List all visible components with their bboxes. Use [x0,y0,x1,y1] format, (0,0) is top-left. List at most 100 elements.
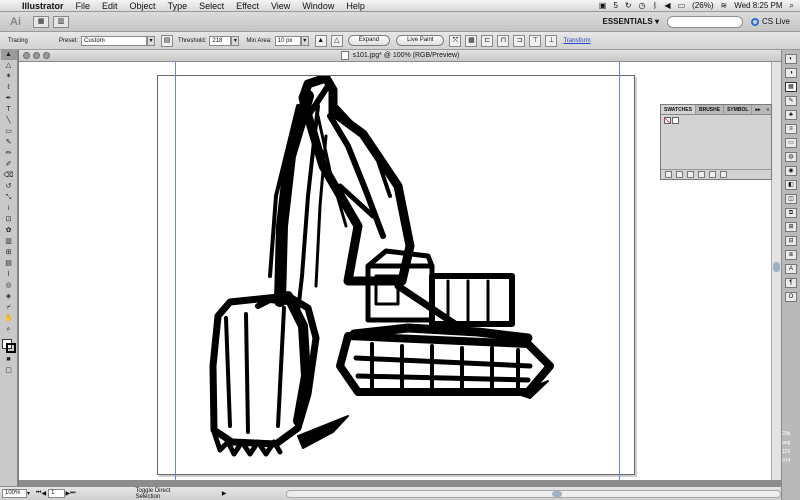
stroke-swatch[interactable] [5,343,16,353]
swatch-library-icon[interactable] [665,171,672,178]
live-paint-button[interactable]: Live Paint [396,35,445,46]
battery-icon[interactable]: ▭ [678,1,686,10]
horizontal-scroll-thumb[interactable] [552,490,563,497]
color-panel-icon[interactable]: ◐ [785,54,797,64]
paragraph-panel-icon[interactable]: ¶ [785,278,797,288]
panel-menu-icon[interactable]: ≡ [764,105,773,114]
swatch-options-icon[interactable] [687,171,694,178]
menu-file[interactable]: File [70,1,97,11]
minimize-icon[interactable] [33,52,40,59]
free-transform-icon[interactable]: ⊡ [1,215,17,225]
menu-select[interactable]: Select [193,1,230,11]
layers-panel-icon[interactable]: ◫ [785,194,797,204]
rectangle-icon[interactable]: ▭ [1,127,17,137]
appearance-panel-icon[interactable]: ◉ [785,166,797,176]
align-panel-icon[interactable]: ⊟ [785,236,797,246]
close-icon[interactable] [23,52,30,59]
menu-help[interactable]: Help [340,1,371,11]
align-center-icon[interactable]: ⊓ [497,34,510,47]
preset-select[interactable]: Custom [81,35,148,46]
slice-icon[interactable]: ⌿ [1,303,17,313]
stroke-panel-icon[interactable]: ≡ [785,124,797,134]
isolate-icon[interactable]: ⤧ [449,34,462,47]
preset-dropdown-icon[interactable]: ▾ [147,35,156,46]
symbol-sprayer-icon[interactable]: ✿ [1,226,17,236]
tab-swatches[interactable]: SWATCHES [661,105,696,114]
document-tab[interactable]: s101.jpg* @ 100% (RGB/Preview) [19,50,781,62]
vertical-scroll-thumb[interactable] [773,262,780,272]
line-icon[interactable]: ╲ [1,116,17,126]
vertical-scrollbar[interactable] [771,62,781,480]
menu-edit[interactable]: Edit [96,1,124,11]
direct-selection-icon[interactable]: △ [1,61,17,71]
zoom-select[interactable]: 100% [2,489,28,498]
new-color-group-icon[interactable] [698,171,705,178]
color-guide-icon[interactable]: ◑ [785,68,797,78]
vertical-guide-right[interactable] [619,62,620,480]
align-options-icon[interactable]: ▦ [465,34,478,47]
tab-brushes[interactable]: BRUSHE [696,105,725,114]
swatch-registration[interactable] [672,117,679,124]
expand-button[interactable]: Expand [347,35,391,46]
type-icon[interactable]: T [1,105,17,115]
battery-percent[interactable]: (26%) [692,1,713,10]
cs-live-button[interactable]: CS Live [750,17,790,26]
transform-panel-icon[interactable]: ⊞ [785,222,797,232]
graph-icon[interactable]: ▥ [1,237,17,247]
blend-icon[interactable]: ◎ [1,281,17,291]
pen-icon[interactable]: ✒ [1,94,17,104]
color-mode-icon[interactable]: ■ [1,355,17,365]
transparency-panel-icon[interactable]: ◍ [785,152,797,162]
show-kinds-icon[interactable] [676,171,683,178]
vector-view-icon[interactable]: △ [330,34,343,47]
pencil-icon[interactable]: ✏ [1,149,17,159]
arrange-documents-icon[interactable]: ▥ [53,15,69,28]
zoom-dropdown-icon[interactable]: ▾ [27,490,30,497]
live-paint-icon[interactable]: ◈ [1,292,17,302]
menu-effect[interactable]: Effect [230,1,265,11]
magic-wand-icon[interactable]: ✶ [1,72,17,82]
menu-object[interactable]: Object [124,1,162,11]
mesh-icon[interactable]: ⊞ [1,248,17,258]
last-artboard-icon[interactable]: ⏭ [70,490,75,497]
canvas-area[interactable] [19,62,771,480]
wifi-icon[interactable]: ≋ [720,1,727,10]
symbols-panel-icon[interactable]: ♣ [785,110,797,120]
workspace-switcher[interactable]: ESSENTIALS ▾ [603,17,659,26]
align-left-icon[interactable]: ⊏ [481,34,494,47]
min-area-dropdown-icon[interactable]: ▾ [300,35,309,46]
help-search-input[interactable] [666,15,743,28]
bridge-icon[interactable]: ▦ [33,15,49,28]
sync-icon[interactable]: ↻ [625,1,632,10]
horizontal-scrollbar[interactable] [286,489,781,498]
menu-app-name[interactable]: Illustrator [20,1,70,11]
brushes-panel-icon[interactable]: ✎ [785,96,797,106]
hand-icon[interactable]: ✋ [1,314,17,324]
align-top-icon[interactable]: ⊤ [529,34,542,47]
pathfinder-panel-icon[interactable]: ⧈ [785,250,797,260]
delete-swatch-icon[interactable] [720,171,727,178]
graphic-styles-icon[interactable]: ◧ [785,180,797,190]
warp-icon[interactable]: ≀ [1,204,17,214]
fill-stroke-swatch[interactable] [1,339,16,353]
lasso-icon[interactable]: ℓ [1,83,17,93]
zoom-icon[interactable]: ⌕ [1,325,17,335]
volume-icon[interactable]: ◀ [664,1,670,10]
time-machine-icon[interactable]: ◷ [639,1,646,10]
selection-icon[interactable]: ▲ [0,50,17,60]
blob-brush-icon[interactable]: ✐ [1,160,17,170]
panel-collapse-icon[interactable]: ▸▸ [752,105,763,114]
transform-link[interactable]: Transform [559,38,590,44]
tab-symbols[interactable]: SYMBOL [724,105,753,114]
spotlight-icon[interactable]: ⌕ [790,1,794,11]
screen-mode-icon[interactable]: ▢ [1,366,17,376]
threshold-input[interactable]: 218 [209,35,232,46]
tracing-options-icon[interactable]: ▤ [161,34,174,47]
menu-type[interactable]: Type [162,1,194,11]
vertical-guide-left[interactable] [175,62,176,480]
scale-icon[interactable]: ⤡ [1,193,17,203]
rotate-icon[interactable]: ↺ [1,182,17,192]
align-right-icon[interactable]: ⊐ [513,34,526,47]
raster-view-icon[interactable]: ▲ [314,34,327,47]
swatch-none[interactable] [664,117,671,124]
